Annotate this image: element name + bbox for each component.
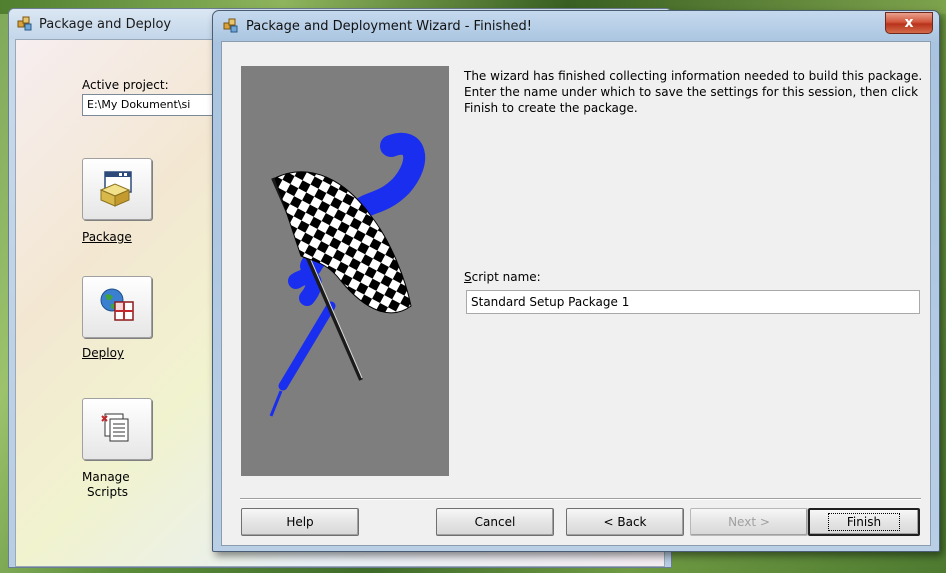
- help-button[interactable]: Help: [241, 508, 359, 536]
- deploy-button[interactable]: [82, 276, 152, 338]
- manage-scripts-label: Manage Scripts: [82, 470, 130, 499]
- button-separator: [240, 498, 921, 500]
- background-window-title: Package and Deploy: [39, 16, 172, 32]
- cancel-button[interactable]: Cancel: [436, 508, 554, 536]
- scripts-icon: [97, 408, 137, 451]
- deploy-label: Deploy: [82, 346, 125, 360]
- app-icon: [17, 15, 33, 34]
- wizard-client: The wizard has finished collecting infor…: [221, 41, 931, 546]
- next-button[interactable]: Next >: [690, 508, 808, 536]
- back-button[interactable]: < Back: [566, 508, 684, 536]
- deploy-icon: [97, 286, 137, 329]
- app-icon: [223, 17, 239, 36]
- checkered-flag-icon: [269, 132, 426, 417]
- intro-text: The wizard has finished collecting infor…: [464, 69, 923, 115]
- wizard-dialog: Package and Deployment Wizard - Finished…: [212, 10, 940, 552]
- wizard-titlebar[interactable]: Package and Deployment Wizard - Finished…: [213, 11, 939, 41]
- finish-button[interactable]: Finish: [808, 508, 920, 536]
- checkered-flag-image: [241, 66, 449, 476]
- close-icon: x: [904, 15, 914, 31]
- package-icon: [97, 168, 137, 211]
- manage-scripts-button[interactable]: [82, 398, 152, 460]
- package-button[interactable]: [82, 158, 152, 220]
- active-project-label: Active project:: [82, 78, 169, 92]
- script-name-input[interactable]: [466, 290, 920, 314]
- wizard-title: Package and Deployment Wizard - Finished…: [246, 18, 533, 34]
- active-project-field[interactable]: E:\My Dokument\si: [82, 94, 232, 116]
- package-label: Package: [82, 230, 132, 244]
- close-button[interactable]: x: [885, 12, 933, 34]
- script-name-label: Script name:: [464, 270, 541, 284]
